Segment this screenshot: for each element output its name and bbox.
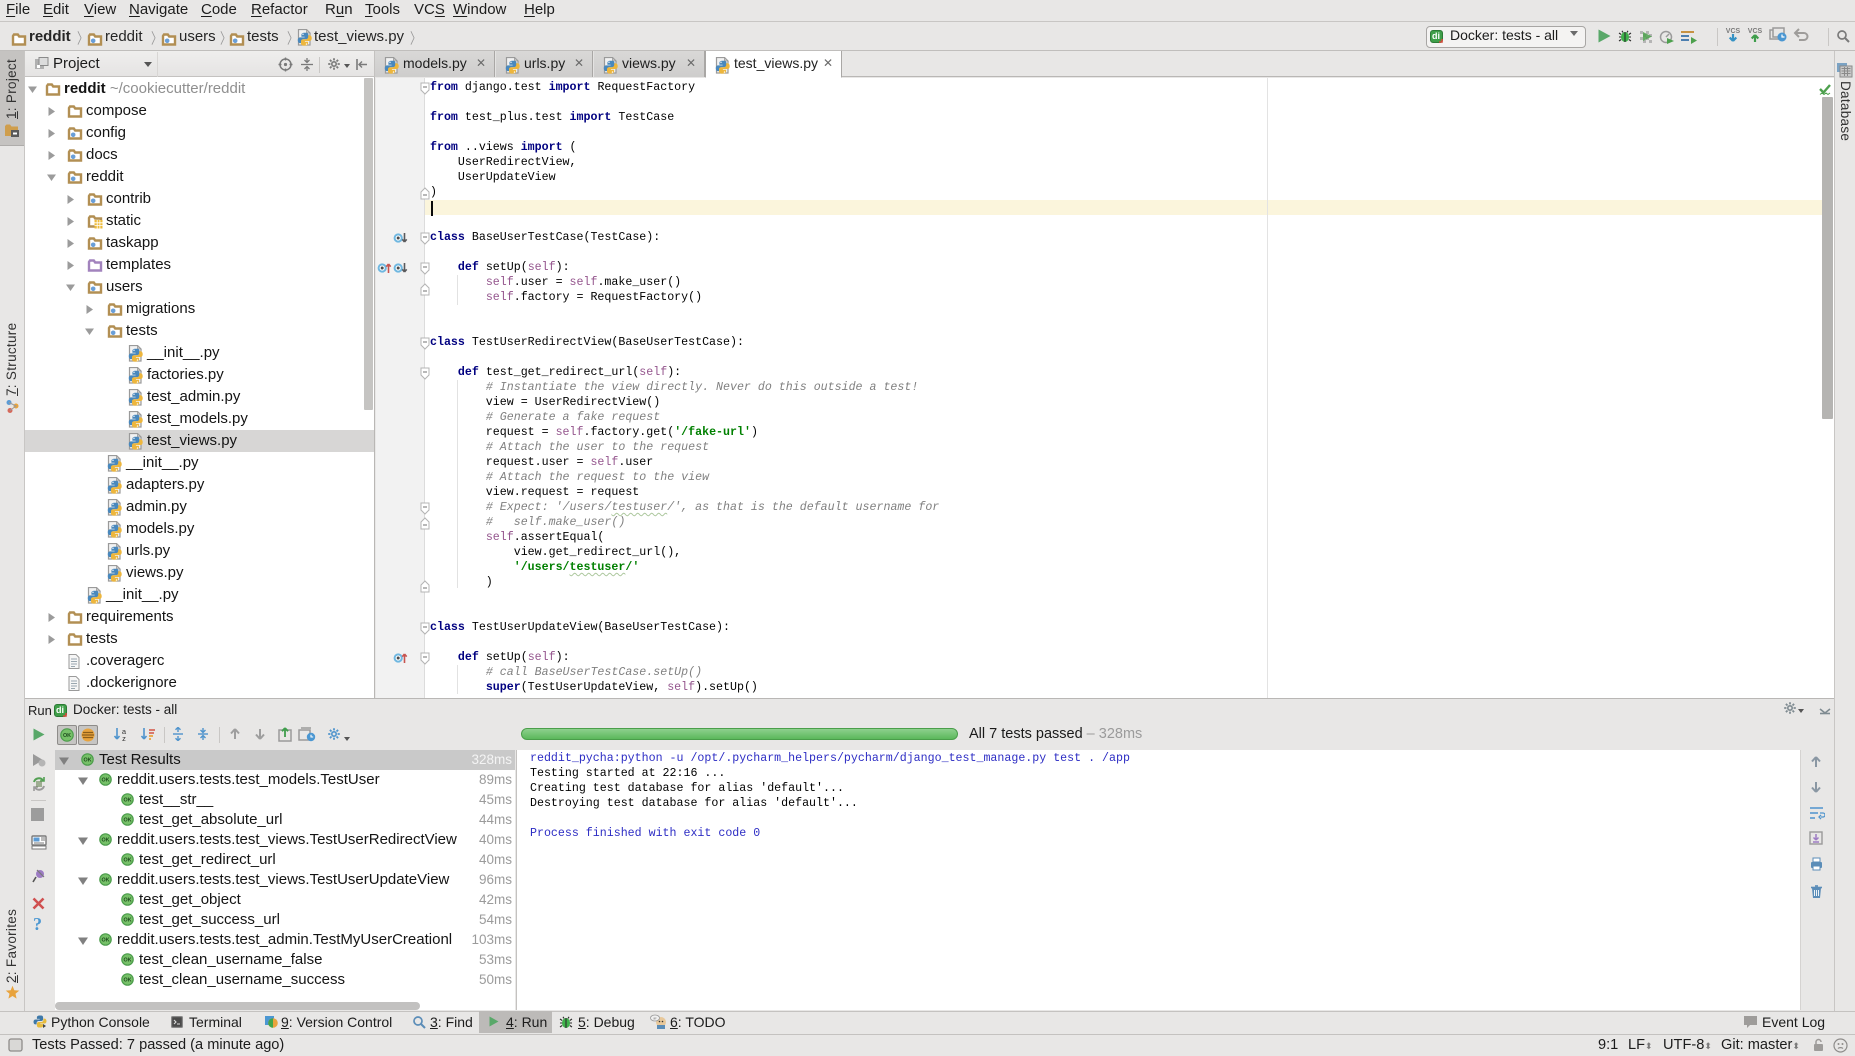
svg-text:OK: OK	[123, 977, 131, 983]
svg-text:OK: OK	[101, 837, 109, 843]
svg-text:VCS: VCS	[1726, 28, 1741, 35]
svg-text:OK: OK	[101, 937, 109, 943]
svg-text:OK: OK	[123, 797, 131, 803]
svg-text:OK: OK	[123, 857, 131, 863]
svg-text:OK: OK	[123, 957, 131, 963]
svg-text:di: di	[56, 705, 64, 715]
svg-text:OK: OK	[123, 897, 131, 903]
svg-text:OK: OK	[101, 777, 109, 783]
svg-text:OK: OK	[123, 917, 131, 923]
svg-text:OK: OK	[63, 733, 71, 739]
svg-text:OK: OK	[101, 877, 109, 883]
svg-text:OK: OK	[123, 817, 131, 823]
svg-text:VCS: VCS	[1748, 28, 1763, 35]
svg-text:z: z	[122, 734, 126, 742]
svg-text:OK: OK	[83, 757, 91, 763]
svg-text:di: di	[1432, 31, 1440, 41]
